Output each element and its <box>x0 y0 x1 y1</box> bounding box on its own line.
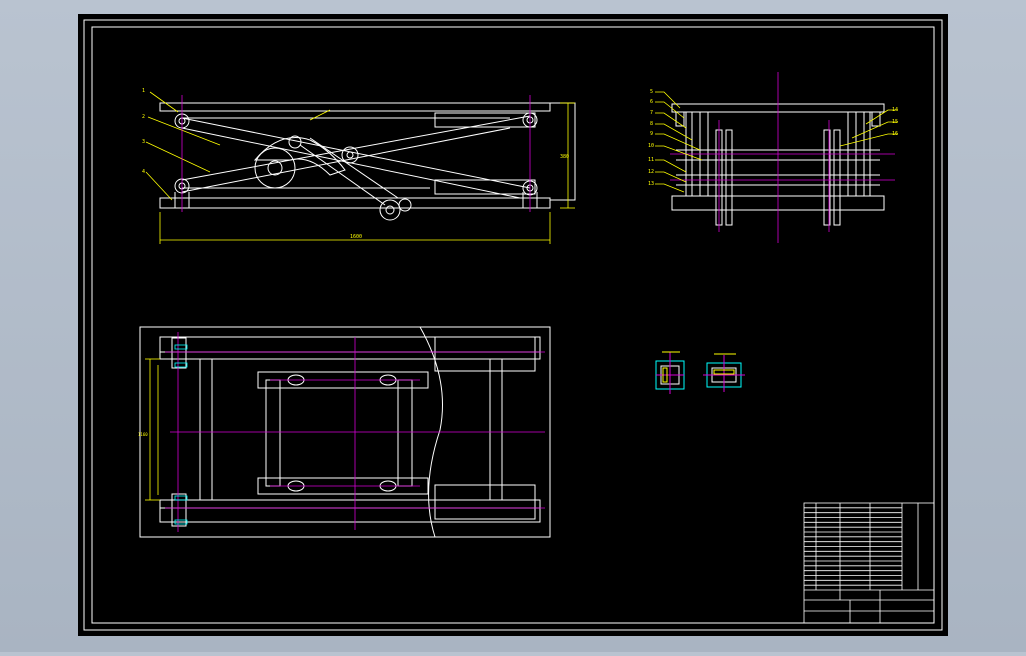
callout-1: 1 <box>142 88 145 94</box>
callout-8: 8 <box>650 121 653 127</box>
callout-7: 7 <box>650 110 653 116</box>
dimension-plan-width: 1160 <box>138 432 148 437</box>
dimension-overall-length: 1600 <box>350 234 362 240</box>
cad-drawing-canvas[interactable]: 1 2 3 4 1600 380 5 6 7 8 9 10 11 12 13 1… <box>0 0 1026 652</box>
callout-6: 6 <box>650 99 653 105</box>
callout-5: 5 <box>650 89 653 95</box>
dimension-height: 380 <box>560 154 569 160</box>
drawing-sheet <box>78 14 948 636</box>
callout-16: 16 <box>892 131 898 137</box>
callout-3: 3 <box>142 139 145 145</box>
callout-14: 14 <box>892 107 898 113</box>
plan-view-labels: 1160 <box>138 432 148 437</box>
callout-2: 2 <box>142 114 145 120</box>
callout-10: 10 <box>648 143 654 149</box>
callout-9: 9 <box>650 131 653 137</box>
callout-11: 11 <box>648 157 654 163</box>
callout-13: 13 <box>648 181 654 187</box>
callout-12: 12 <box>648 169 654 175</box>
cad-viewport[interactable]: 1 2 3 4 1600 380 5 6 7 8 9 10 11 12 13 1… <box>0 0 1026 652</box>
callout-15: 15 <box>892 119 898 125</box>
callout-4: 4 <box>142 169 145 175</box>
